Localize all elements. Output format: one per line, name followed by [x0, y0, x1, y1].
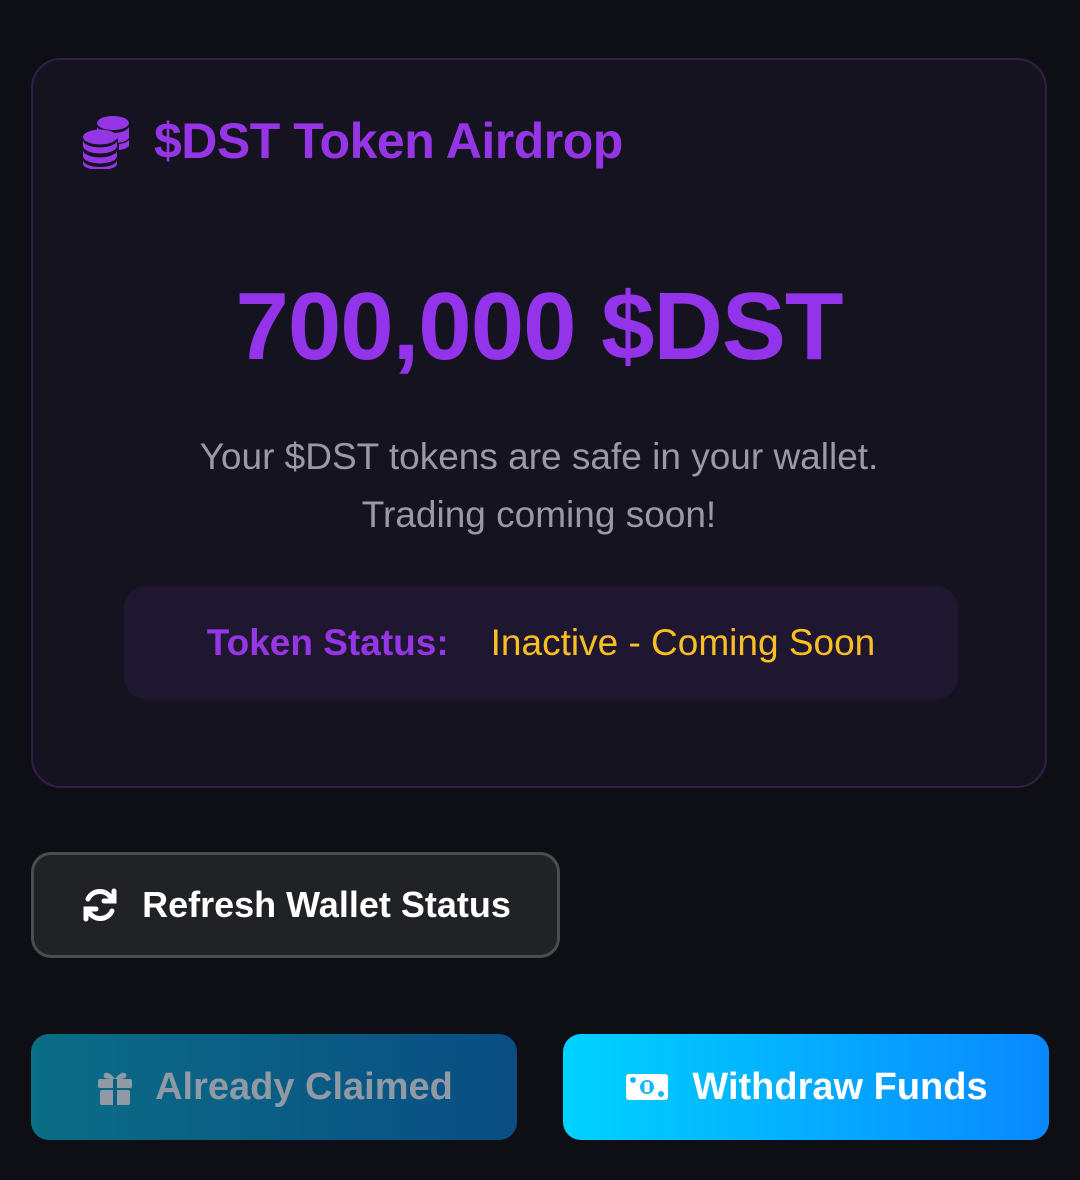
money-bill-icon — [624, 1067, 670, 1107]
withdraw-funds-button[interactable]: Withdraw Funds — [563, 1034, 1049, 1140]
token-status-label: Token Status: — [206, 621, 449, 663]
wallet-message: Your $DST tokens are safe in your wallet… — [33, 428, 1045, 544]
withdraw-funds-label: Withdraw Funds — [692, 1065, 988, 1108]
card-header: $DST Token Airdrop — [78, 112, 623, 170]
refresh-wallet-status-label: Refresh Wallet Status — [142, 884, 511, 925]
refresh-wallet-status-button[interactable]: Refresh Wallet Status — [31, 852, 560, 958]
token-amount: 700,000 $DST — [235, 273, 843, 380]
already-claimed-label: Already Claimed — [155, 1065, 453, 1108]
refresh-icon — [80, 885, 120, 925]
airdrop-card: $DST Token Airdrop 700,000 $DST Your $DS… — [31, 58, 1047, 788]
wallet-message-line-2: Trading coming soon! — [361, 494, 717, 535]
card-title: $DST Token Airdrop — [154, 113, 623, 169]
already-claimed-button[interactable]: Already Claimed — [31, 1034, 517, 1140]
coins-icon — [78, 113, 134, 170]
wallet-message-line-1: Your $DST tokens are safe in your wallet… — [199, 436, 879, 477]
token-status-box: Token Status: Inactive - Coming Soon — [124, 586, 958, 699]
page: $DST Token Airdrop 700,000 $DST Your $DS… — [0, 0, 1080, 1180]
gift-icon — [95, 1067, 135, 1107]
token-status-value: Inactive - Coming Soon — [490, 621, 876, 663]
